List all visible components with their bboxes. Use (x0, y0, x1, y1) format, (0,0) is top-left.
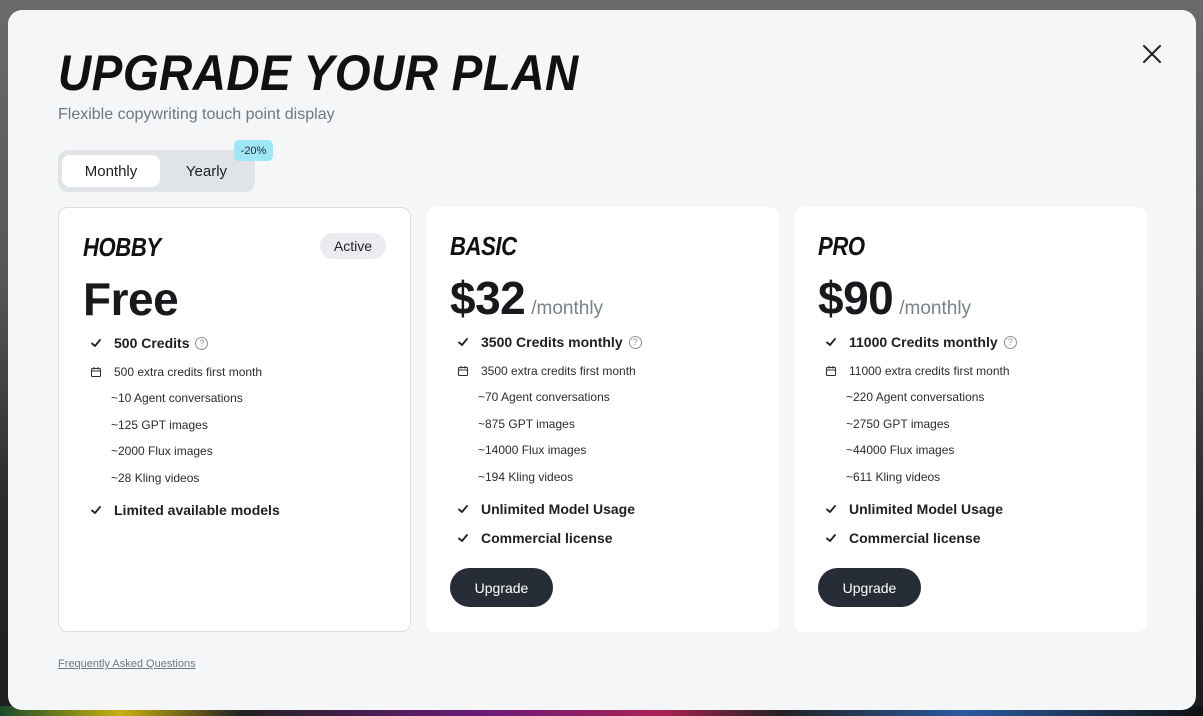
plan-name: BASIC (450, 231, 517, 261)
usage-item: ~125 GPT images (111, 418, 208, 432)
plan-card-basic: BASIC $32 /monthly 3500 Credits monthly … (426, 207, 779, 632)
feature-item: Unlimited Model Usage (824, 501, 1003, 517)
price-row: Free (83, 272, 179, 326)
feature-extra-credits: 11000 extra credits first month (824, 364, 1010, 378)
upgrade-plan-modal: UPGRADE YOUR PLAN Flexible copywriting t… (8, 10, 1196, 710)
feature-label: 3500 Credits monthly (481, 334, 623, 350)
check-icon (824, 335, 838, 349)
usage-item: ~44000 Flux images (846, 443, 955, 457)
usage-item: ~28 Kling videos (111, 471, 200, 485)
billing-toggle: Monthly Yearly (58, 150, 255, 192)
plan-name: PRO (818, 231, 865, 261)
usage-item: ~70 Agent conversations (478, 390, 610, 404)
modal-subtitle: Flexible copywriting touch point display (58, 106, 335, 123)
plan-price: $32 (450, 272, 526, 324)
close-button[interactable] (1140, 42, 1164, 66)
feature-label: 11000 extra credits first month (849, 364, 1010, 378)
plan-period: /monthly (899, 298, 972, 319)
check-icon (824, 531, 838, 545)
feature-label: 11000 Credits monthly (849, 334, 998, 350)
feature-label: 500 extra credits first month (114, 365, 263, 379)
plan-period: /monthly (531, 298, 604, 319)
plan-price: $90 (818, 272, 894, 324)
usage-item: ~10 Agent conversations (111, 391, 243, 405)
plan-price: Free (83, 273, 179, 325)
feature-label: Limited available models (114, 502, 280, 518)
modal-title: UPGRADE YOUR PLAN (58, 45, 579, 101)
price-row: $32 /monthly (450, 271, 603, 325)
active-badge: Active (319, 233, 386, 259)
feature-item: Commercial license (824, 530, 981, 546)
feature-item: Commercial license (456, 530, 613, 546)
calendar-icon (89, 365, 103, 379)
feature-credits: 3500 Credits monthly ? (456, 334, 642, 350)
feature-credits: 11000 Credits monthly ? (824, 334, 1017, 350)
check-icon (89, 503, 103, 517)
feature-label: Commercial license (481, 530, 613, 546)
feature-item: Limited available models (89, 502, 280, 518)
usage-item: ~611 Kling videos (846, 470, 941, 484)
price-row: $90 /monthly (818, 271, 971, 325)
upgrade-button-pro[interactable]: Upgrade (818, 568, 921, 607)
calendar-icon (824, 364, 838, 378)
usage-item: ~194 Kling videos (478, 470, 574, 484)
feature-label: Unlimited Model Usage (849, 501, 1004, 517)
help-icon[interactable]: ? (195, 336, 209, 350)
feature-extra-credits: 500 extra credits first month (89, 365, 262, 379)
feature-extra-credits: 3500 extra credits first month (456, 364, 636, 378)
feature-label: 500 Credits (114, 335, 190, 351)
faq-link[interactable]: Frequently Asked Questions (58, 658, 196, 670)
usage-item: ~875 GPT images (478, 417, 575, 431)
check-icon (89, 336, 103, 350)
plan-card-hobby: HOBBY Active Free 500 Credits ? 500 extr… (58, 207, 411, 632)
help-icon[interactable]: ? (628, 335, 642, 349)
check-icon (456, 531, 470, 545)
discount-badge: -20% (234, 140, 273, 161)
toggle-monthly[interactable]: Monthly (62, 155, 160, 187)
usage-item: ~14000 Flux images (478, 443, 587, 457)
plan-name: HOBBY (83, 232, 161, 262)
feature-label: Unlimited Model Usage (481, 501, 636, 517)
plan-card-pro: PRO $90 /monthly 11000 Credits monthly ?… (794, 207, 1147, 632)
feature-item: Unlimited Model Usage (456, 501, 635, 517)
usage-item: ~2750 GPT images (846, 417, 950, 431)
help-icon[interactable]: ? (1003, 335, 1017, 349)
calendar-icon (456, 364, 470, 378)
usage-item: ~220 Agent conversations (846, 390, 985, 404)
feature-credits: 500 Credits ? (89, 335, 209, 351)
feature-label: Commercial license (849, 530, 981, 546)
check-icon (824, 502, 838, 516)
check-icon (456, 502, 470, 516)
check-icon (456, 335, 470, 349)
feature-label: 3500 extra credits first month (481, 364, 636, 378)
usage-item: ~2000 Flux images (111, 444, 213, 458)
upgrade-button-basic[interactable]: Upgrade (450, 568, 553, 607)
close-icon (1143, 45, 1161, 63)
